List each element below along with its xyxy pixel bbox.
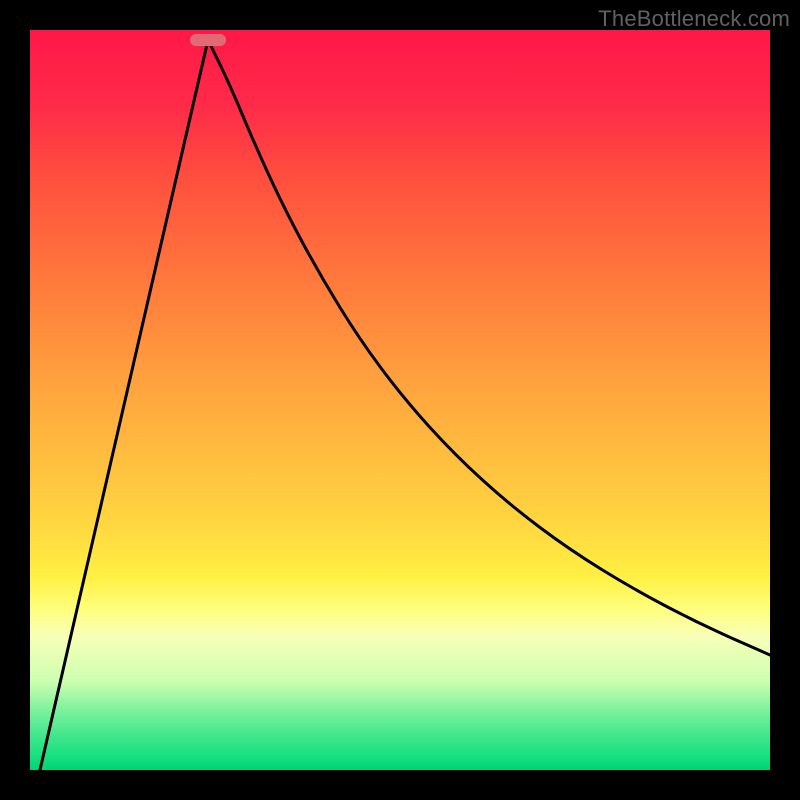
chart-frame: TheBottleneck.com [0,0,800,800]
watermark-text: TheBottleneck.com [598,6,790,32]
bottleneck-curve [40,40,770,770]
curve-svg [30,30,770,770]
min-point-marker [190,34,226,46]
plot-area [30,30,770,770]
